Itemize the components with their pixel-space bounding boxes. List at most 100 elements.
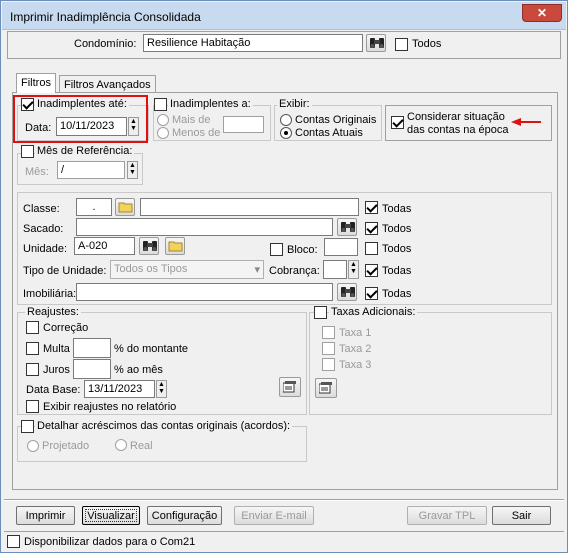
taxa1-checkbox[interactable] — [322, 326, 335, 339]
tipo-unidade-select[interactable]: Todos os Tipos ▾ — [110, 260, 264, 279]
cobranca-spinner[interactable]: ▲ ▼ — [348, 260, 359, 279]
classe-desc-field[interactable] — [140, 198, 359, 216]
folder-icon — [168, 241, 183, 252]
cobranca-todas-label: Todas — [382, 265, 412, 277]
projetado-label: Projetado — [42, 440, 90, 452]
search-condominio-button[interactable] — [366, 34, 386, 52]
projetado-radio[interactable] — [27, 440, 39, 452]
cobranca-todas-checkbox[interactable] — [365, 264, 378, 277]
taxas-checkbox[interactable] — [314, 306, 327, 319]
imobiliaria-todas-checkbox[interactable] — [365, 287, 378, 300]
todos-condominio-label: Todos — [412, 38, 442, 50]
correcao-checkbox[interactable] — [26, 321, 39, 334]
juros-label: Juros — [43, 364, 70, 376]
mais-de-radio[interactable] — [157, 114, 169, 126]
taxas-config-button[interactable] — [315, 378, 337, 398]
contas-originais-radio[interactable] — [280, 114, 292, 126]
multa-label: Multa — [43, 343, 70, 355]
close-button[interactable]: ✕ — [522, 4, 562, 22]
todos-condominio-checkbox[interactable] — [395, 38, 408, 51]
search-unidade-button[interactable] — [139, 237, 159, 255]
divider — [4, 500, 564, 501]
classe-todas-label: Todas — [382, 203, 412, 215]
reajustes-label: Reajustes: — [25, 306, 81, 318]
config-icon — [283, 381, 296, 393]
sair-button[interactable]: Sair — [492, 506, 551, 525]
mais-de-label: Mais de — [172, 114, 211, 126]
sacado-label: Sacado: — [23, 223, 64, 235]
multa-checkbox[interactable] — [26, 342, 39, 355]
data-label: Data: — [25, 122, 52, 134]
classe-todas-checkbox[interactable] — [365, 201, 378, 214]
enviar-email-button[interactable]: Enviar E-mail — [234, 506, 314, 525]
mes-field[interactable]: / — [57, 161, 125, 179]
taxa3-checkbox[interactable] — [322, 358, 335, 371]
dialog-window: Imprimir Inadimplência Consolidada ✕ Con… — [0, 0, 568, 553]
unidade-field[interactable]: A-020 — [74, 237, 135, 255]
considerar-checkbox[interactable] — [391, 116, 404, 129]
folder-icon — [118, 202, 133, 213]
mes-label: Mês: — [25, 166, 49, 178]
multa-suffix: % do montante — [114, 343, 188, 355]
unidade-folder-button[interactable] — [165, 237, 185, 255]
mes-referencia-checkbox[interactable] — [21, 145, 34, 158]
juros-field[interactable] — [73, 359, 111, 379]
cobranca-label: Cobrança: — [269, 265, 320, 277]
config-icon — [319, 382, 332, 394]
disponibilizar-checkbox[interactable] — [7, 535, 20, 548]
tipo-unidade-label: Tipo de Unidade: — [23, 265, 107, 277]
sacado-todos-label: Todos — [382, 223, 412, 235]
exibir-reajustes-label: Exibir reajustes no relatório — [43, 401, 177, 413]
condominio-field[interactable]: Resilience Habitação — [143, 34, 363, 52]
tab-filtros-avancados[interactable]: Filtros Avançados — [59, 75, 156, 93]
exibir-reajustes-checkbox[interactable] — [26, 400, 39, 413]
inadimplentes-ate-checkbox[interactable] — [21, 98, 34, 111]
search-imobiliaria-button[interactable] — [337, 283, 357, 301]
taxa3-label: Taxa 3 — [339, 359, 372, 371]
data-base-spinner[interactable]: ▲ ▼ — [156, 380, 167, 398]
mes-spinner[interactable]: ▲ ▼ — [127, 161, 138, 179]
sacado-field[interactable] — [76, 218, 333, 236]
imprimir-button[interactable]: Imprimir — [16, 506, 75, 525]
contas-originais-label: Contas Originais — [295, 114, 377, 126]
data-field[interactable]: 10/11/2023 — [56, 117, 127, 136]
menos-de-radio[interactable] — [157, 127, 169, 139]
acrescimos-checkbox[interactable] — [21, 420, 34, 433]
reajustes-config-button[interactable] — [279, 377, 301, 397]
considerar-line1: Considerar situação — [407, 111, 505, 123]
tab-filtros[interactable]: Filtros — [16, 73, 56, 93]
tipo-unidade-value: Todos os Tipos — [114, 263, 188, 275]
data-base-field[interactable]: 13/11/2023 — [84, 380, 155, 398]
configuracao-button[interactable]: Configuração — [147, 506, 222, 525]
taxa1-label: Taxa 1 — [339, 327, 372, 339]
classe-folder-button[interactable] — [115, 198, 135, 216]
data-spinner[interactable]: ▲ ▼ — [128, 117, 139, 136]
classe-code-field[interactable]: . — [76, 198, 112, 216]
imobiliaria-label: Imobiliária: — [23, 288, 77, 300]
cobranca-field[interactable] — [323, 260, 347, 279]
visualizar-button[interactable]: Visualizar — [82, 506, 140, 525]
search-sacado-button[interactable] — [337, 218, 357, 236]
taxa2-label: Taxa 2 — [339, 343, 372, 355]
gravar-tpl-button[interactable]: Gravar TPL — [407, 506, 487, 525]
imobiliaria-todas-label: Todas — [382, 288, 412, 300]
inadimplentes-a-label: Inadimplentes a: — [168, 98, 253, 110]
bloco-todos-checkbox[interactable] — [365, 242, 378, 255]
juros-checkbox[interactable] — [26, 363, 39, 376]
considerar-line2: das contas na época — [407, 124, 509, 136]
condominio-label: Condomínio: — [74, 38, 137, 50]
imobiliaria-field[interactable] — [76, 283, 333, 301]
real-radio[interactable] — [115, 439, 127, 451]
taxa2-checkbox[interactable] — [322, 342, 335, 355]
sacado-todos-checkbox[interactable] — [365, 222, 378, 235]
bloco-label: Bloco: — [287, 244, 318, 256]
real-label: Real — [130, 440, 153, 452]
bloco-field[interactable] — [324, 238, 358, 256]
bloco-checkbox[interactable] — [270, 243, 283, 256]
contas-atuais-radio[interactable] — [280, 127, 292, 139]
multa-field[interactable] — [73, 338, 111, 358]
juros-suffix: % ao mês — [114, 364, 163, 376]
acrescimos-label: Detalhar acréscimos das contas originais… — [35, 420, 293, 432]
inadimplentes-a-checkbox[interactable] — [154, 98, 167, 111]
dias-field[interactable] — [223, 116, 264, 133]
